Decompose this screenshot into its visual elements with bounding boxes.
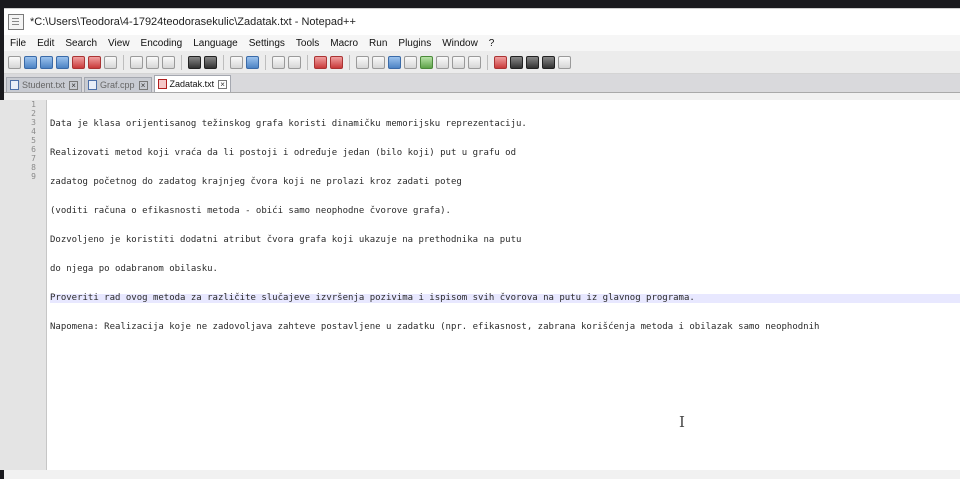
- text-line[interactable]: Dozvoljeno je koristiti dodatni atribut …: [50, 236, 960, 245]
- text-line[interactable]: (voditi računa o efikasnosti metoda - ob…: [50, 207, 960, 216]
- find-icon[interactable]: [230, 55, 243, 69]
- toolbar-divider: [307, 54, 308, 70]
- line-number: 5: [31, 136, 36, 145]
- line-number: 4: [31, 127, 36, 136]
- folder-workspace-icon[interactable]: [452, 55, 465, 69]
- text-line[interactable]: Realizovati metod koji vraća da li posto…: [50, 149, 960, 158]
- tab-label: Graf.cpp: [100, 80, 135, 90]
- word-wrap-icon[interactable]: [356, 55, 369, 69]
- save-icon[interactable]: [40, 55, 53, 69]
- file-saved-icon: [10, 80, 19, 90]
- play-macro-icon[interactable]: [526, 55, 539, 69]
- title-bar: *C:\Users\Teodora\4-17924teodorasekulic\…: [4, 9, 960, 35]
- save-macro-icon[interactable]: [558, 55, 571, 69]
- line-number: 8: [31, 163, 36, 172]
- menu-plugins[interactable]: Plugins: [398, 38, 431, 49]
- menu-view[interactable]: View: [108, 38, 130, 49]
- run-macro-multiple-icon[interactable]: [542, 55, 555, 69]
- cut-icon[interactable]: [130, 55, 143, 69]
- text-line[interactable]: [50, 352, 960, 361]
- menu-help[interactable]: ?: [489, 38, 495, 49]
- line-number: 7: [31, 154, 36, 163]
- doc-map-icon[interactable]: [420, 55, 433, 69]
- current-text-line[interactable]: Proveriti rad ovog metoda za različite s…: [50, 294, 960, 303]
- stop-macro-icon[interactable]: [510, 55, 523, 69]
- toolbar-divider: [223, 54, 224, 70]
- save-all-icon[interactable]: [56, 55, 69, 69]
- zoom-in-icon[interactable]: [272, 55, 285, 69]
- text-line[interactable]: zadatog početnog do zadatog krajnjeg čvo…: [50, 178, 960, 187]
- new-file-icon[interactable]: [8, 55, 21, 69]
- file-saved-icon: [88, 80, 98, 90]
- paste-icon[interactable]: [162, 55, 175, 69]
- tab-label: Zadatak.txt: [169, 79, 215, 89]
- text-line[interactable]: Data je klasa orijentisanog težinskog gr…: [50, 120, 960, 129]
- zoom-out-icon[interactable]: [288, 55, 301, 69]
- file-unsaved-icon: [157, 79, 167, 89]
- menu-file[interactable]: File: [10, 38, 26, 49]
- text-line[interactable]: do njega po odabranom obilasku.: [50, 265, 960, 274]
- menu-search[interactable]: Search: [65, 38, 97, 49]
- sync-vertical-icon[interactable]: [314, 55, 327, 69]
- tab-zadatak-txt[interactable]: Zadatak.txt ×: [153, 75, 232, 92]
- menu-settings[interactable]: Settings: [249, 38, 285, 49]
- line-number: 1: [31, 100, 36, 109]
- toolbar-divider: [487, 54, 488, 70]
- menu-tools[interactable]: Tools: [296, 38, 319, 49]
- close-tab-icon[interactable]: ×: [138, 80, 148, 90]
- indent-guide-icon[interactable]: [388, 55, 401, 69]
- tab-label: Student.txt: [22, 80, 66, 90]
- copy-icon[interactable]: [146, 55, 159, 69]
- record-macro-icon[interactable]: [494, 55, 507, 69]
- menu-edit[interactable]: Edit: [37, 38, 54, 49]
- toolbar-divider: [265, 54, 266, 70]
- menu-bar: File Edit Search View Encoding Language …: [4, 35, 960, 51]
- text-editor[interactable]: 1 2 3 4 5 6 7 8 9 Data je klasa orijenti…: [0, 100, 960, 470]
- open-file-icon[interactable]: [24, 55, 37, 69]
- line-number: 9: [31, 172, 36, 181]
- redo-icon[interactable]: [204, 55, 217, 69]
- notepad-app-icon: [8, 14, 24, 30]
- udl-icon[interactable]: [404, 55, 417, 69]
- menu-window[interactable]: Window: [442, 38, 478, 49]
- show-all-chars-icon[interactable]: [372, 55, 385, 69]
- monitoring-icon[interactable]: [468, 55, 481, 69]
- line-number: 2: [31, 109, 36, 118]
- menu-macro[interactable]: Macro: [330, 38, 358, 49]
- tab-graf-cpp[interactable]: Graf.cpp ×: [84, 77, 152, 92]
- toolbar: [4, 51, 960, 74]
- menu-encoding[interactable]: Encoding: [141, 38, 183, 49]
- close-tab-icon[interactable]: ×: [69, 80, 79, 90]
- menu-run[interactable]: Run: [369, 38, 387, 49]
- close-file-icon[interactable]: [72, 55, 85, 69]
- undo-icon[interactable]: [188, 55, 201, 69]
- line-number-gutter: 1 2 3 4 5 6 7 8 9: [0, 100, 47, 470]
- sync-horizontal-icon[interactable]: [330, 55, 343, 69]
- replace-icon[interactable]: [246, 55, 259, 69]
- print-icon[interactable]: [104, 55, 117, 69]
- toolbar-divider: [123, 54, 124, 70]
- close-tab-icon[interactable]: ×: [218, 79, 228, 89]
- menu-language[interactable]: Language: [193, 38, 238, 49]
- tab-student-txt[interactable]: Student.txt ×: [6, 77, 83, 92]
- line-number: 6: [31, 145, 36, 154]
- toolbar-divider: [181, 54, 182, 70]
- text-line[interactable]: Napomena: Realizacija koje ne zadovoljav…: [50, 323, 960, 332]
- toolbar-divider: [349, 54, 350, 70]
- window-title: *C:\Users\Teodora\4-17924teodorasekulic\…: [30, 16, 356, 28]
- function-list-icon[interactable]: [436, 55, 449, 69]
- close-all-icon[interactable]: [88, 55, 101, 69]
- line-number: 3: [31, 118, 36, 127]
- text-cursor-icon: I: [679, 413, 685, 431]
- document-tab-bar: Student.txt × Graf.cpp × Zadatak.txt ×: [4, 74, 960, 93]
- code-area[interactable]: Data je klasa orijentisanog težinskog gr…: [47, 100, 960, 470]
